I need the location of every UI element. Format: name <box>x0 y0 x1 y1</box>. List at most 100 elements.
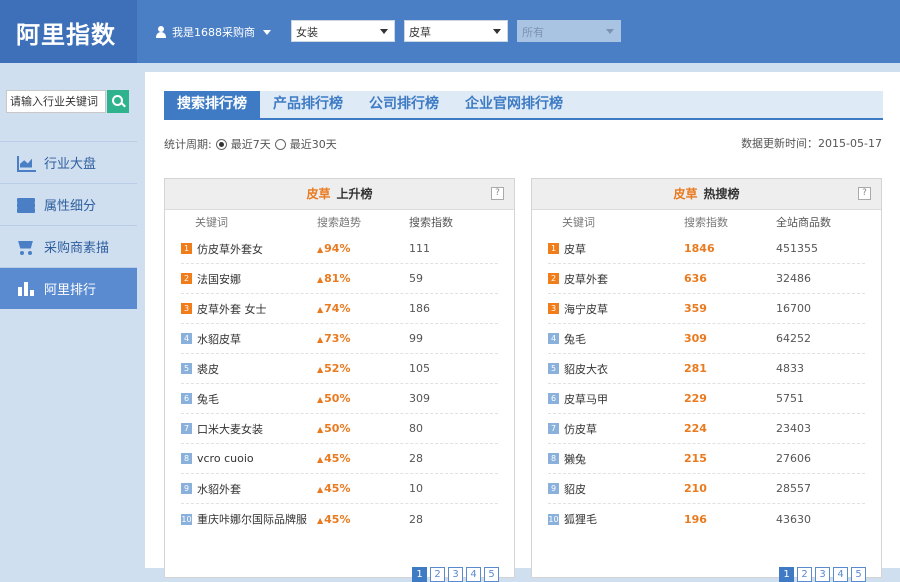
index-value: 210 <box>684 482 707 495</box>
page-button[interactable]: 1 <box>412 567 427 582</box>
page-button[interactable]: 4 <box>466 567 481 582</box>
index-value: 196 <box>684 512 707 526</box>
table-row[interactable]: 2 法国安娜 81%59 <box>181 264 498 294</box>
keyword[interactable]: 口米大麦女装 <box>197 421 263 437</box>
page-button[interactable]: 1 <box>779 567 794 582</box>
keyword[interactable]: 海宁皮草 <box>564 301 608 317</box>
col-index: 搜索指数 <box>684 216 728 229</box>
table-row[interactable]: 8 vcro cuoio 45%28 <box>181 444 498 474</box>
period-label: 统计周期: <box>164 138 212 151</box>
hot-rows: 1 皮草 1846 451355 2 皮草外套 636 32486 3 海宁皮草 359 1670… <box>532 234 881 534</box>
trend-value: 73% <box>317 332 409 345</box>
page-button[interactable]: 5 <box>851 567 866 582</box>
ranking-tabs: 搜索排行榜 产品排行榜 公司排行榜 企业官网排行榜 <box>164 91 883 120</box>
trend-value: 52% <box>317 362 409 375</box>
index-value: 1846 <box>684 242 715 255</box>
bar-chart-icon <box>16 281 36 297</box>
table-row[interactable]: 3 海宁皮草 359 16700 <box>548 294 865 324</box>
table-row[interactable]: 9 水貂外套 45%10 <box>181 474 498 504</box>
index-value: 281 <box>684 362 707 375</box>
page-button[interactable]: 3 <box>448 567 463 582</box>
category1-value: 女装 <box>296 26 318 39</box>
table-row[interactable]: 6 兔毛 50%309 <box>181 384 498 414</box>
keyword[interactable]: 狐狸毛 <box>564 511 597 527</box>
sidebar-item-ranking[interactable]: 阿里排行 <box>0 267 137 309</box>
keyword[interactable]: 法国安娜 <box>197 271 241 287</box>
product-count: 4833 <box>776 362 804 375</box>
keyword[interactable]: 水貂皮草 <box>197 331 241 347</box>
radio-7-days-label[interactable]: 最近7天 <box>231 136 271 152</box>
table-row[interactable]: 8 獭兔 215 27606 <box>548 444 865 474</box>
keyword[interactable]: 兔毛 <box>197 391 219 407</box>
keyword[interactable]: 水貂外套 <box>197 481 241 497</box>
table-row[interactable]: 10 重庆咔娜尔国际品牌服 45%28 <box>181 504 498 534</box>
table-row[interactable]: 7 仿皮草 224 23403 <box>548 414 865 444</box>
keyword[interactable]: 裘皮 <box>197 361 219 377</box>
search-icon[interactable] <box>107 90 129 113</box>
radio-30-days[interactable] <box>274 138 286 150</box>
help-icon[interactable]: ? <box>858 187 871 200</box>
col-keyword: 关键词 <box>562 216 595 229</box>
table-row[interactable]: 10 狐狸毛 196 43630 <box>548 504 865 534</box>
tab-website-ranking[interactable]: 企业官网排行榜 <box>452 91 576 118</box>
keyword[interactable]: 兔毛 <box>564 331 586 347</box>
sidebar-item-industry[interactable]: 行业大盘 <box>0 141 137 183</box>
keyword[interactable]: 仿皮草外套女 <box>197 241 263 257</box>
table-row[interactable]: 7 口米大麦女装 50%80 <box>181 414 498 444</box>
keyword[interactable]: vcro cuoio <box>197 452 254 465</box>
category2-select[interactable]: 皮草 <box>404 20 508 42</box>
keyword[interactable]: 皮草马甲 <box>564 391 608 407</box>
table-row[interactable]: 1 仿皮草外套女 94%111 <box>181 234 498 264</box>
index-value: 80 <box>409 422 423 435</box>
industry-search-input[interactable] <box>6 90 106 113</box>
table-row[interactable]: 1 皮草 1846 451355 <box>548 234 865 264</box>
table-row[interactable]: 2 皮草外套 636 32486 <box>548 264 865 294</box>
product-count: 27606 <box>776 452 811 465</box>
panel-title: 上升榜 <box>336 187 373 201</box>
keyword[interactable]: 獭兔 <box>564 451 586 467</box>
rank-badge: 6 <box>548 393 559 404</box>
page-button[interactable]: 3 <box>815 567 830 582</box>
category1-select[interactable]: 女装 <box>291 20 395 42</box>
keyword[interactable]: 貂皮 <box>564 481 586 497</box>
product-count: 64252 <box>776 332 811 345</box>
rank-badge: 4 <box>548 333 559 344</box>
page-button[interactable]: 5 <box>484 567 499 582</box>
keyword[interactable]: 重庆咔娜尔国际品牌服 <box>197 511 307 527</box>
help-icon[interactable]: ? <box>491 187 504 200</box>
trend-value: 81% <box>317 272 409 285</box>
trend-value: 45% <box>317 513 409 526</box>
table-row[interactable]: 4 兔毛 309 64252 <box>548 324 865 354</box>
keyword[interactable]: 皮草外套 <box>564 271 608 287</box>
table-row[interactable]: 6 皮草马甲 229 5751 <box>548 384 865 414</box>
radio-30-days-label[interactable]: 最近30天 <box>290 136 337 152</box>
user-menu[interactable]: 我是1688采购商 <box>155 24 271 40</box>
page-button[interactable]: 2 <box>430 567 445 582</box>
table-row[interactable]: 5 裘皮 52%105 <box>181 354 498 384</box>
table-row[interactable]: 5 貂皮大衣 281 4833 <box>548 354 865 384</box>
tab-product-ranking[interactable]: 产品排行榜 <box>260 91 356 118</box>
rank-badge: 2 <box>548 273 559 284</box>
logo[interactable]: 阿里指数 <box>16 15 116 50</box>
keyword[interactable]: 仿皮草 <box>564 421 597 437</box>
radio-7-days[interactable] <box>215 138 227 150</box>
table-row[interactable]: 9 貂皮 210 28557 <box>548 474 865 504</box>
page-button[interactable]: 2 <box>797 567 812 582</box>
table-row[interactable]: 3 皮草外套 女士 74%186 <box>181 294 498 324</box>
table-row[interactable]: 4 水貂皮草 73%99 <box>181 324 498 354</box>
panel-title: 热搜榜 <box>703 187 740 201</box>
rank-badge: 10 <box>181 513 192 525</box>
trend-value: 74% <box>317 302 409 315</box>
tab-company-ranking[interactable]: 公司排行榜 <box>356 91 452 118</box>
sidebar-item-buyer-profile[interactable]: 采购商素描 <box>0 225 137 267</box>
keyword[interactable]: 皮草 <box>564 241 586 257</box>
index-value: 111 <box>409 242 430 255</box>
keyword[interactable]: 皮草外套 女士 <box>197 301 267 317</box>
tab-search-ranking[interactable]: 搜索排行榜 <box>164 91 260 118</box>
sidebar-item-attributes[interactable]: 属性细分 <box>0 183 137 225</box>
keyword[interactable]: 貂皮大衣 <box>564 361 608 377</box>
rank-badge: 5 <box>548 363 559 374</box>
rank-badge: 6 <box>181 393 192 404</box>
category3-select: 所有 <box>517 20 621 42</box>
page-button[interactable]: 4 <box>833 567 848 582</box>
